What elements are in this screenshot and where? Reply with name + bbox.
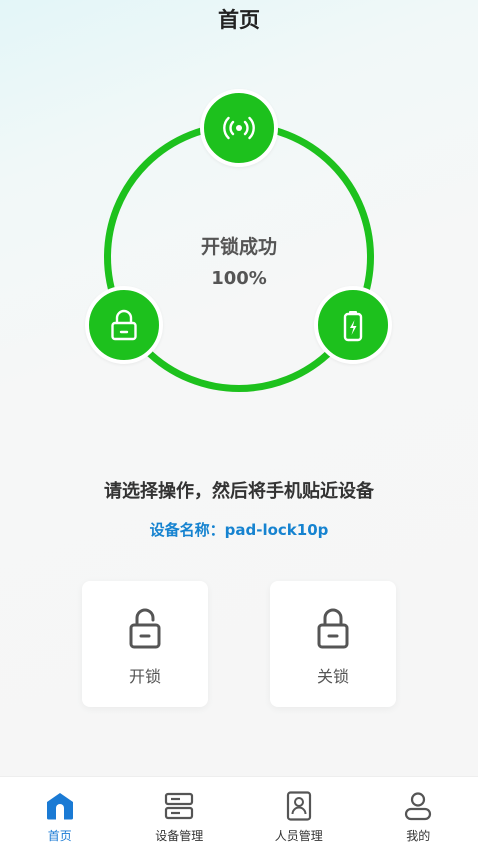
person-card-icon [286,791,311,821]
lock-node[interactable] [85,286,163,364]
page-title: 首页 [218,8,260,32]
battery-node[interactable] [314,286,392,364]
user-icon [405,792,432,821]
tab-person-manage-label: 人员管理 [274,829,323,843]
device-name: 设备名称：pad-lock10p [149,521,329,539]
unlock-label: 开锁 [128,667,161,686]
tab-device-manage[interactable]: 设备管理 [120,777,240,850]
battery-charging-icon [343,311,363,342]
tab-mine-label: 我的 [406,829,431,843]
tab-device-manage-label: 设备管理 [155,829,204,843]
home-icon [46,793,73,820]
unlock-icon [129,608,161,649]
tab-home[interactable]: 首页 [0,777,120,850]
device-manage-icon [165,792,194,820]
instruction-text: 请选择操作，然后将手机贴近设备 [104,481,374,502]
nfc-node[interactable] [200,89,278,167]
tab-person-manage[interactable]: 人员管理 [239,777,359,850]
unlock-button[interactable]: 开锁 [82,581,208,707]
bottom-tab-bar: 首页 设备管理 人员管理 我的 [0,776,478,850]
status-percent: 100% [211,268,267,289]
tab-mine[interactable]: 我的 [359,777,478,850]
lock-button[interactable]: 关锁 [270,581,396,707]
status-title: 开锁成功 [200,236,277,258]
nfc-signal-icon [223,116,255,140]
lock-icon [111,309,137,341]
lock-label: 关锁 [316,667,349,686]
tab-home-label: 首页 [47,829,72,843]
lock-icon [317,608,349,649]
